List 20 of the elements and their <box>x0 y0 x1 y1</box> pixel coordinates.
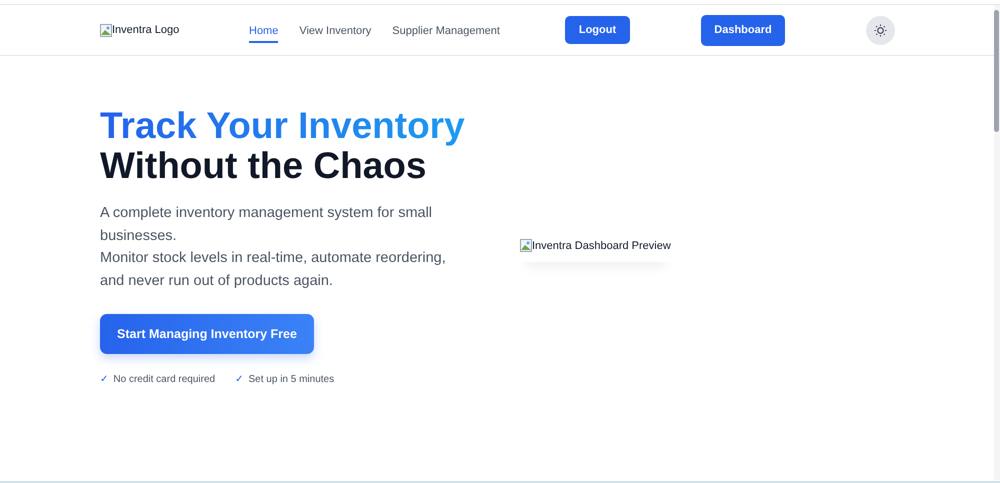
check-icon: ✓ <box>100 374 108 385</box>
preview-alt-text: Inventra Dashboard Preview <box>532 240 671 252</box>
dashboard-button[interactable]: Dashboard <box>701 14 785 46</box>
hero-description: Monitor stock levels in real-time, automate reordering, and never run out of products again. <box>100 249 447 290</box>
nav-link[interactable]: Supplier Management <box>392 21 500 43</box>
theme-toggle-button[interactable] <box>866 16 895 44</box>
nav-link[interactable]: Home <box>249 21 278 43</box>
broken-image-icon <box>100 24 112 36</box>
broken-image-icon <box>520 239 532 252</box>
scrollbar[interactable] <box>994 5 1000 480</box>
hero-description: A complete inventory management system for small businesses. <box>100 204 434 246</box>
nav-link[interactable]: View Inventory <box>299 21 372 43</box>
logout-button[interactable]: Logout <box>565 16 630 44</box>
check-icon: ✓ <box>235 374 244 385</box>
logo-alt-text[interactable]: Inventra Logo <box>112 24 180 36</box>
sun-icon <box>874 24 887 36</box>
benefit-text: No credit card required <box>113 374 216 385</box>
cta-button[interactable]: Start Managing Inventory Free <box>100 314 314 354</box>
hero-title: Without the Chaos <box>100 146 426 186</box>
benefit-text: Set up in 5 minutes <box>248 374 334 385</box>
